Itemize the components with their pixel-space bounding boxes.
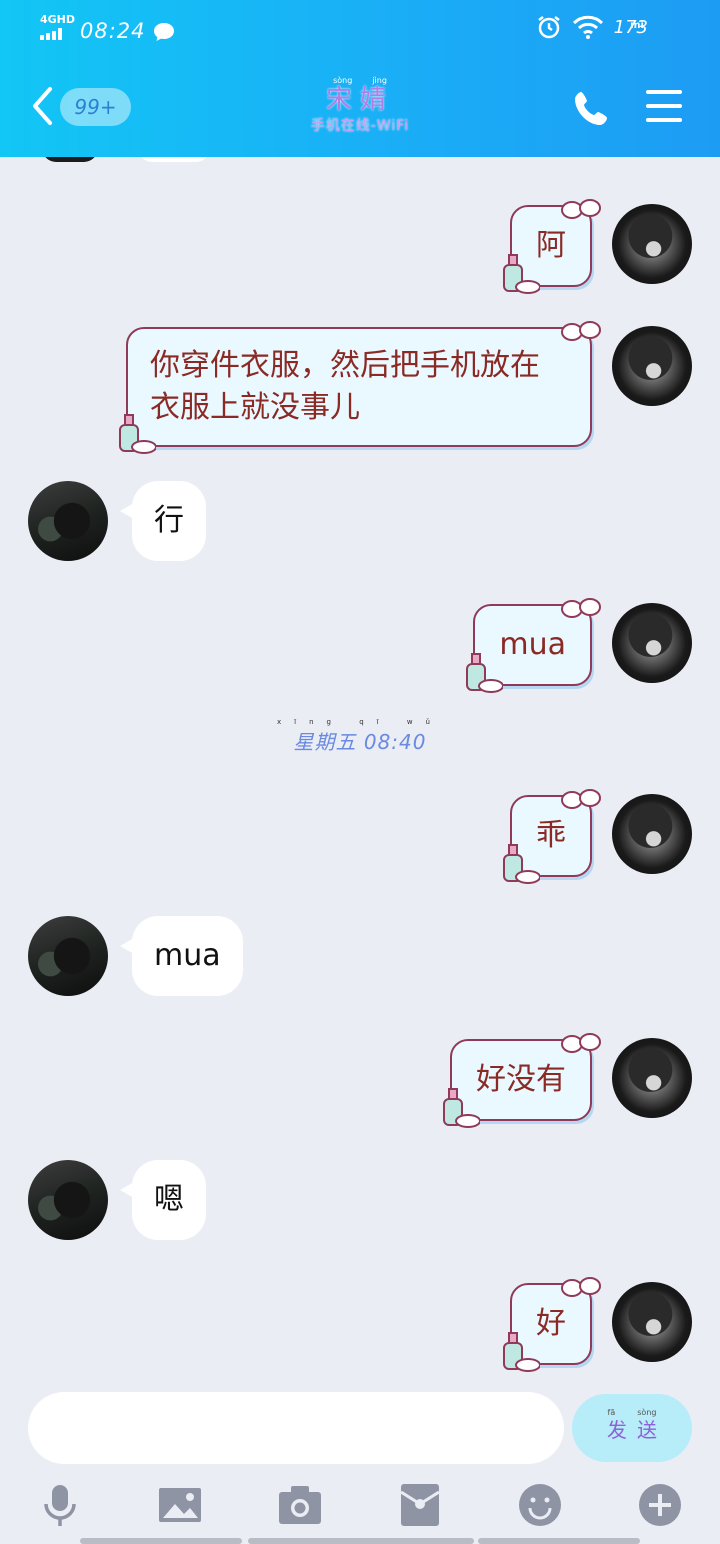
my-avatar[interactable]	[612, 1282, 692, 1362]
signal-icon	[40, 28, 62, 40]
my-avatar[interactable]	[612, 794, 692, 874]
contact-avatar[interactable]	[28, 481, 108, 561]
contact-message-bubble[interactable]: 嗯	[120, 1160, 206, 1240]
online-status: 手机在线-WiFi	[310, 118, 410, 134]
send-pinyin: fā sòng	[572, 1394, 692, 1418]
bottle-decoration-icon	[443, 1088, 480, 1128]
my-message-bubble[interactable]: 你穿件衣服，然后把手机放在衣服上就没事儿	[119, 321, 601, 454]
goggles-decoration-icon	[561, 598, 601, 618]
alarm-icon	[537, 16, 560, 39]
bottle-decoration-icon	[503, 1332, 540, 1372]
plus-icon[interactable]	[637, 1482, 683, 1528]
contact-name: 宋婧	[325, 85, 394, 115]
my-avatar[interactable]	[612, 326, 692, 406]
message-timestamp: 星期五 08:40	[293, 730, 427, 754]
message-text: 好没有	[476, 1062, 566, 1097]
message-input[interactable]	[28, 1392, 564, 1464]
goggles-decoration-icon	[561, 1033, 601, 1053]
battery-mi-label: mi	[630, 20, 644, 31]
my-message-bubble[interactable]: 乖	[503, 789, 601, 884]
wifi-icon	[572, 15, 603, 39]
message-text: 阿	[536, 228, 566, 263]
my-avatar[interactable]	[612, 603, 692, 683]
my-message-bubble[interactable]: mua	[466, 598, 601, 693]
nav-bar-segment	[478, 1538, 640, 1544]
my-avatar[interactable]	[612, 1038, 692, 1118]
image-icon[interactable]	[157, 1482, 203, 1528]
bottle-decoration-icon	[119, 414, 156, 454]
message-notification-icon	[153, 23, 174, 41]
my-message-bubble[interactable]: 阿	[503, 199, 601, 294]
message-text: 好	[536, 1306, 566, 1341]
menu-icon[interactable]	[646, 90, 682, 122]
goggles-decoration-icon	[561, 789, 601, 809]
camera-icon[interactable]	[277, 1482, 323, 1528]
title-pinyin-1: sòng	[333, 76, 353, 85]
bottle-decoration-icon	[503, 844, 540, 884]
goggles-decoration-icon	[561, 321, 601, 341]
message-text: 嗯	[154, 1182, 184, 1217]
red-packet-icon[interactable]	[397, 1482, 443, 1528]
goggles-decoration-icon	[561, 199, 601, 219]
message-text: mua	[499, 627, 566, 662]
input-toolbar	[0, 1474, 720, 1536]
send-button[interactable]: fā sòng 发送	[572, 1394, 692, 1462]
emoji-icon[interactable]	[517, 1482, 563, 1528]
status-time: 08:24	[80, 19, 146, 43]
bottle-decoration-icon	[466, 653, 504, 693]
send-label: 发送	[607, 1418, 667, 1442]
my-message-bubble[interactable]: 好	[503, 1277, 601, 1372]
contact-avatar[interactable]	[28, 1160, 108, 1240]
bottle-decoration-icon	[503, 254, 540, 294]
chat-title[interactable]: sòng jìng 宋婧 手机在线-WiFi	[260, 76, 460, 135]
nav-bar-segment	[80, 1538, 242, 1544]
phone-call-icon[interactable]	[572, 88, 612, 128]
back-arrow-icon[interactable]	[30, 86, 56, 126]
message-text: 乖	[536, 818, 566, 853]
message-text: mua	[154, 938, 221, 973]
message-text: 你穿件衣服，然后把手机放在衣服上就没事儿	[150, 348, 540, 425]
send-pinyin-2: sòng	[637, 1408, 657, 1417]
contact-message-bubble[interactable]: 行	[120, 481, 206, 561]
message-text: 行	[154, 503, 184, 538]
chat-header: 4GHD 08:24 173 mi 99+ sòng jìng 宋婧 手机在线-…	[0, 0, 720, 157]
goggles-decoration-icon	[561, 1277, 601, 1297]
nav-bar-segment	[248, 1538, 474, 1544]
title-pinyin: sòng jìng	[260, 76, 460, 85]
send-pinyin-1: fā	[607, 1408, 616, 1417]
microphone-icon[interactable]	[37, 1482, 83, 1528]
contact-avatar[interactable]	[28, 916, 108, 996]
contact-message-bubble[interactable]: mua	[120, 916, 243, 996]
network-type: 4GHD	[40, 13, 76, 26]
timestamp-pinyin: xīng qī wǔ	[277, 718, 443, 726]
my-message-bubble[interactable]: 好没有	[443, 1033, 601, 1128]
title-pinyin-2: jìng	[372, 76, 387, 85]
network-indicator: 4GHD	[40, 13, 76, 44]
unread-count-badge[interactable]: 99+	[60, 88, 131, 126]
my-avatar[interactable]	[612, 204, 692, 284]
status-bar-left: 4GHD 08:24	[40, 14, 176, 44]
